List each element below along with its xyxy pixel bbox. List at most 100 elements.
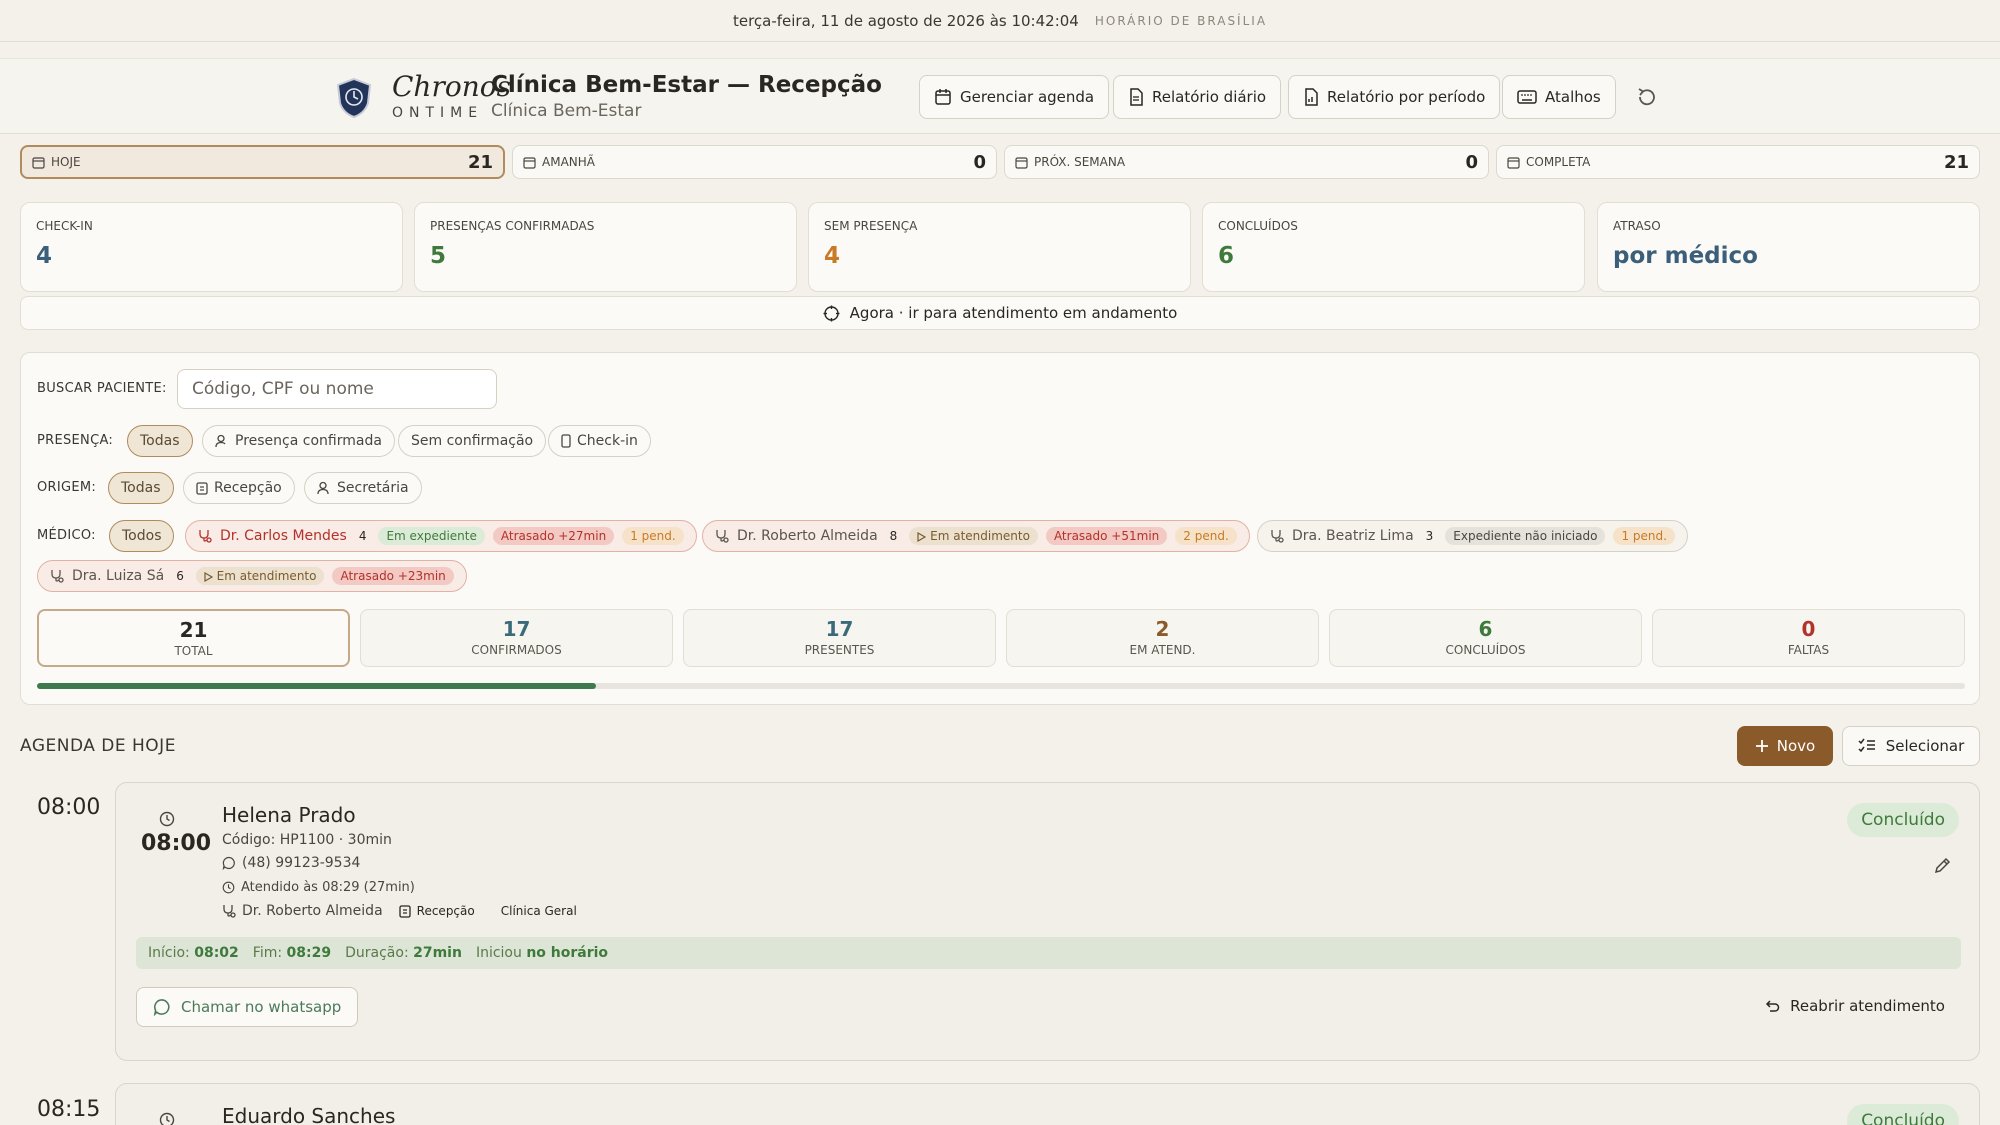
doctor-chip-carlos[interactable]: Dr. Carlos Mendes 4 Em expediente Atrasa… — [185, 520, 697, 552]
summary-label: FALTAS — [1787, 643, 1830, 657]
doctor-count: 4 — [358, 529, 367, 543]
summary-label: CONCLUÍDOS — [1445, 643, 1526, 657]
datetime-bar: terça-feira, 11 de agosto de 2026 às 10:… — [0, 0, 2000, 42]
tab-count: 21 — [467, 151, 493, 173]
pencil-icon[interactable] — [1933, 857, 1951, 875]
stethoscope-icon — [199, 530, 212, 543]
doctor-count: 3 — [1425, 529, 1434, 543]
summary-present[interactable]: 17 PRESENTES — [683, 609, 996, 667]
started-value: no horário — [526, 945, 609, 961]
started-label: Iniciou — [475, 945, 522, 961]
end-value: 08:29 — [286, 945, 332, 961]
doctor-count: 8 — [889, 529, 898, 543]
origin-filter-all[interactable]: Todas — [108, 472, 174, 504]
doctor-status-badge: Expediente não iniciado — [1445, 527, 1606, 545]
whatsapp-button[interactable]: Chamar no whatsapp — [136, 987, 359, 1027]
tab-today[interactable]: HOJE 21 — [20, 145, 505, 179]
refresh-icon[interactable] — [1636, 86, 1658, 108]
tab-label: PRÓX. SEMANA — [1034, 155, 1126, 169]
calendar-settings-icon — [935, 89, 951, 105]
summary-label: EM ATEND. — [1129, 643, 1196, 657]
doctor-pending-badge: 1 pend. — [622, 527, 684, 545]
stat-card-checkin[interactable]: CHECK-IN 4 — [20, 202, 403, 292]
appointment-card[interactable]: 08:00 Helena Prado Código: HP1100 · 30mi… — [115, 782, 1980, 1061]
summary-value: 6 — [1478, 617, 1493, 641]
chip-label: Todos — [122, 528, 162, 544]
period-report-button[interactable]: Relatório por período — [1288, 75, 1501, 119]
status-badge: Concluído — [1847, 1104, 1959, 1125]
daily-report-label: Relatório diário — [1152, 88, 1267, 106]
clipboard-icon — [399, 905, 411, 918]
duration-value: 27min — [413, 945, 462, 961]
tab-next-week[interactable]: PRÓX. SEMANA 0 — [1004, 145, 1489, 179]
appointment-time: 08:00 — [141, 831, 212, 856]
play-icon — [204, 571, 213, 582]
doctor-chip-roberto[interactable]: Dr. Roberto Almeida 8 Em atendimento Atr… — [702, 520, 1250, 552]
stat-card-no-presence[interactable]: SEM PRESENÇA 4 — [808, 202, 1191, 292]
chip-label: Todas — [140, 433, 180, 449]
new-appointment-button[interactable]: Novo — [1737, 726, 1833, 766]
tab-tomorrow[interactable]: AMANHÃ 0 — [512, 145, 997, 179]
doctor-filter-all[interactable]: Todos — [109, 520, 175, 552]
summary-label: CONFIRMADOS — [471, 643, 562, 657]
stat-card-completed[interactable]: CONCLUÍDOS 6 — [1202, 202, 1585, 292]
shortcuts-button[interactable]: Atalhos — [1502, 75, 1616, 119]
summary-in-progress[interactable]: 2 EM ATEND. — [1006, 609, 1319, 667]
stat-value: 6 — [1218, 243, 1235, 269]
summary-absences[interactable]: 0 FALTAS — [1652, 609, 1965, 667]
go-to-current-label: Agora · ir para atendimento em andamento — [849, 304, 1178, 322]
doctor-name: Dra. Beatriz Lima — [1292, 528, 1414, 544]
presence-filter-unconfirmed[interactable]: Sem confirmação — [398, 425, 547, 457]
go-to-current-button[interactable]: Agora · ir para atendimento em andamento — [20, 296, 1980, 330]
select-button[interactable]: Selecionar — [1842, 726, 1980, 766]
doctor-chip-luiza[interactable]: Dra. Luiza Sá 6 Em atendimento Atrasado … — [37, 560, 467, 592]
stat-value: 4 — [36, 243, 53, 269]
summary-label: TOTAL — [174, 644, 213, 658]
origin-filter-secretary[interactable]: Secretária — [304, 472, 422, 504]
stat-label: PRESENÇAS CONFIRMADAS — [430, 219, 595, 233]
tab-complete[interactable]: COMPLETA 21 — [1496, 145, 1980, 179]
keyboard-icon — [1517, 90, 1537, 104]
summary-completed[interactable]: 6 CONCLUÍDOS — [1329, 609, 1642, 667]
stat-card-delay[interactable]: ATRASO por médico — [1597, 202, 1980, 292]
summary-total[interactable]: 21 TOTAL — [37, 609, 350, 667]
doctor-status-text: Em atendimento — [930, 529, 1030, 543]
summary-label: PRESENTES — [804, 643, 875, 657]
doctor-chip-beatriz[interactable]: Dra. Beatriz Lima 3 Expediente não inici… — [1257, 520, 1688, 552]
phone-icon — [561, 434, 571, 448]
range-tabs: HOJE 21 AMANHÃ 0 PRÓX. SEMANA 0 COMPLETA… — [20, 145, 1980, 179]
chat-icon — [153, 999, 170, 1016]
shield-logo-icon — [336, 77, 372, 119]
tab-count: 0 — [1465, 151, 1478, 173]
reopen-button[interactable]: Reabrir atendimento — [1764, 997, 1945, 1015]
user-icon — [317, 481, 329, 495]
presence-filter-all[interactable]: Todas — [127, 425, 193, 457]
origin-filter-reception[interactable]: Recepção — [183, 472, 295, 504]
summary-confirmed[interactable]: 17 CONFIRMADOS — [360, 609, 673, 667]
chip-label: Recepção — [214, 480, 282, 496]
duration-label: Duração: — [345, 945, 409, 961]
plus-icon — [1755, 740, 1768, 752]
appointment-card[interactable]: Eduardo Sanches Concluído — [115, 1083, 1980, 1125]
tab-label: AMANHÃ — [542, 155, 595, 169]
presence-filter-checkin[interactable]: Check-in — [548, 425, 651, 457]
clock-icon — [222, 881, 235, 894]
stat-card-confirmed[interactable]: PRESENÇAS CONFIRMADAS 5 — [414, 202, 797, 292]
presence-filter-confirmed[interactable]: Presença confirmada — [202, 425, 395, 457]
stat-value: 4 — [824, 243, 841, 269]
doctor-name: Dr. Carlos Mendes — [220, 528, 347, 544]
summary-value: 2 — [1155, 617, 1170, 641]
specialty-text: Clínica Geral — [500, 904, 577, 918]
summary-value: 0 — [1801, 617, 1816, 641]
patient-code-text: Código: HP1100 · 30min — [222, 832, 392, 848]
clock-icon — [159, 1112, 175, 1125]
calendar-icon — [1015, 156, 1028, 169]
manage-schedule-button[interactable]: Gerenciar agenda — [919, 75, 1110, 119]
start-value: 08:02 — [194, 945, 239, 961]
tab-count: 0 — [973, 151, 986, 173]
end-label: Fim: — [252, 945, 283, 961]
patient-search-input[interactable] — [177, 369, 497, 409]
daily-report-button[interactable]: Relatório diário — [1113, 75, 1282, 119]
doctor-pending-badge: 1 pend. — [1613, 527, 1675, 545]
tab-label: COMPLETA — [1526, 155, 1591, 169]
